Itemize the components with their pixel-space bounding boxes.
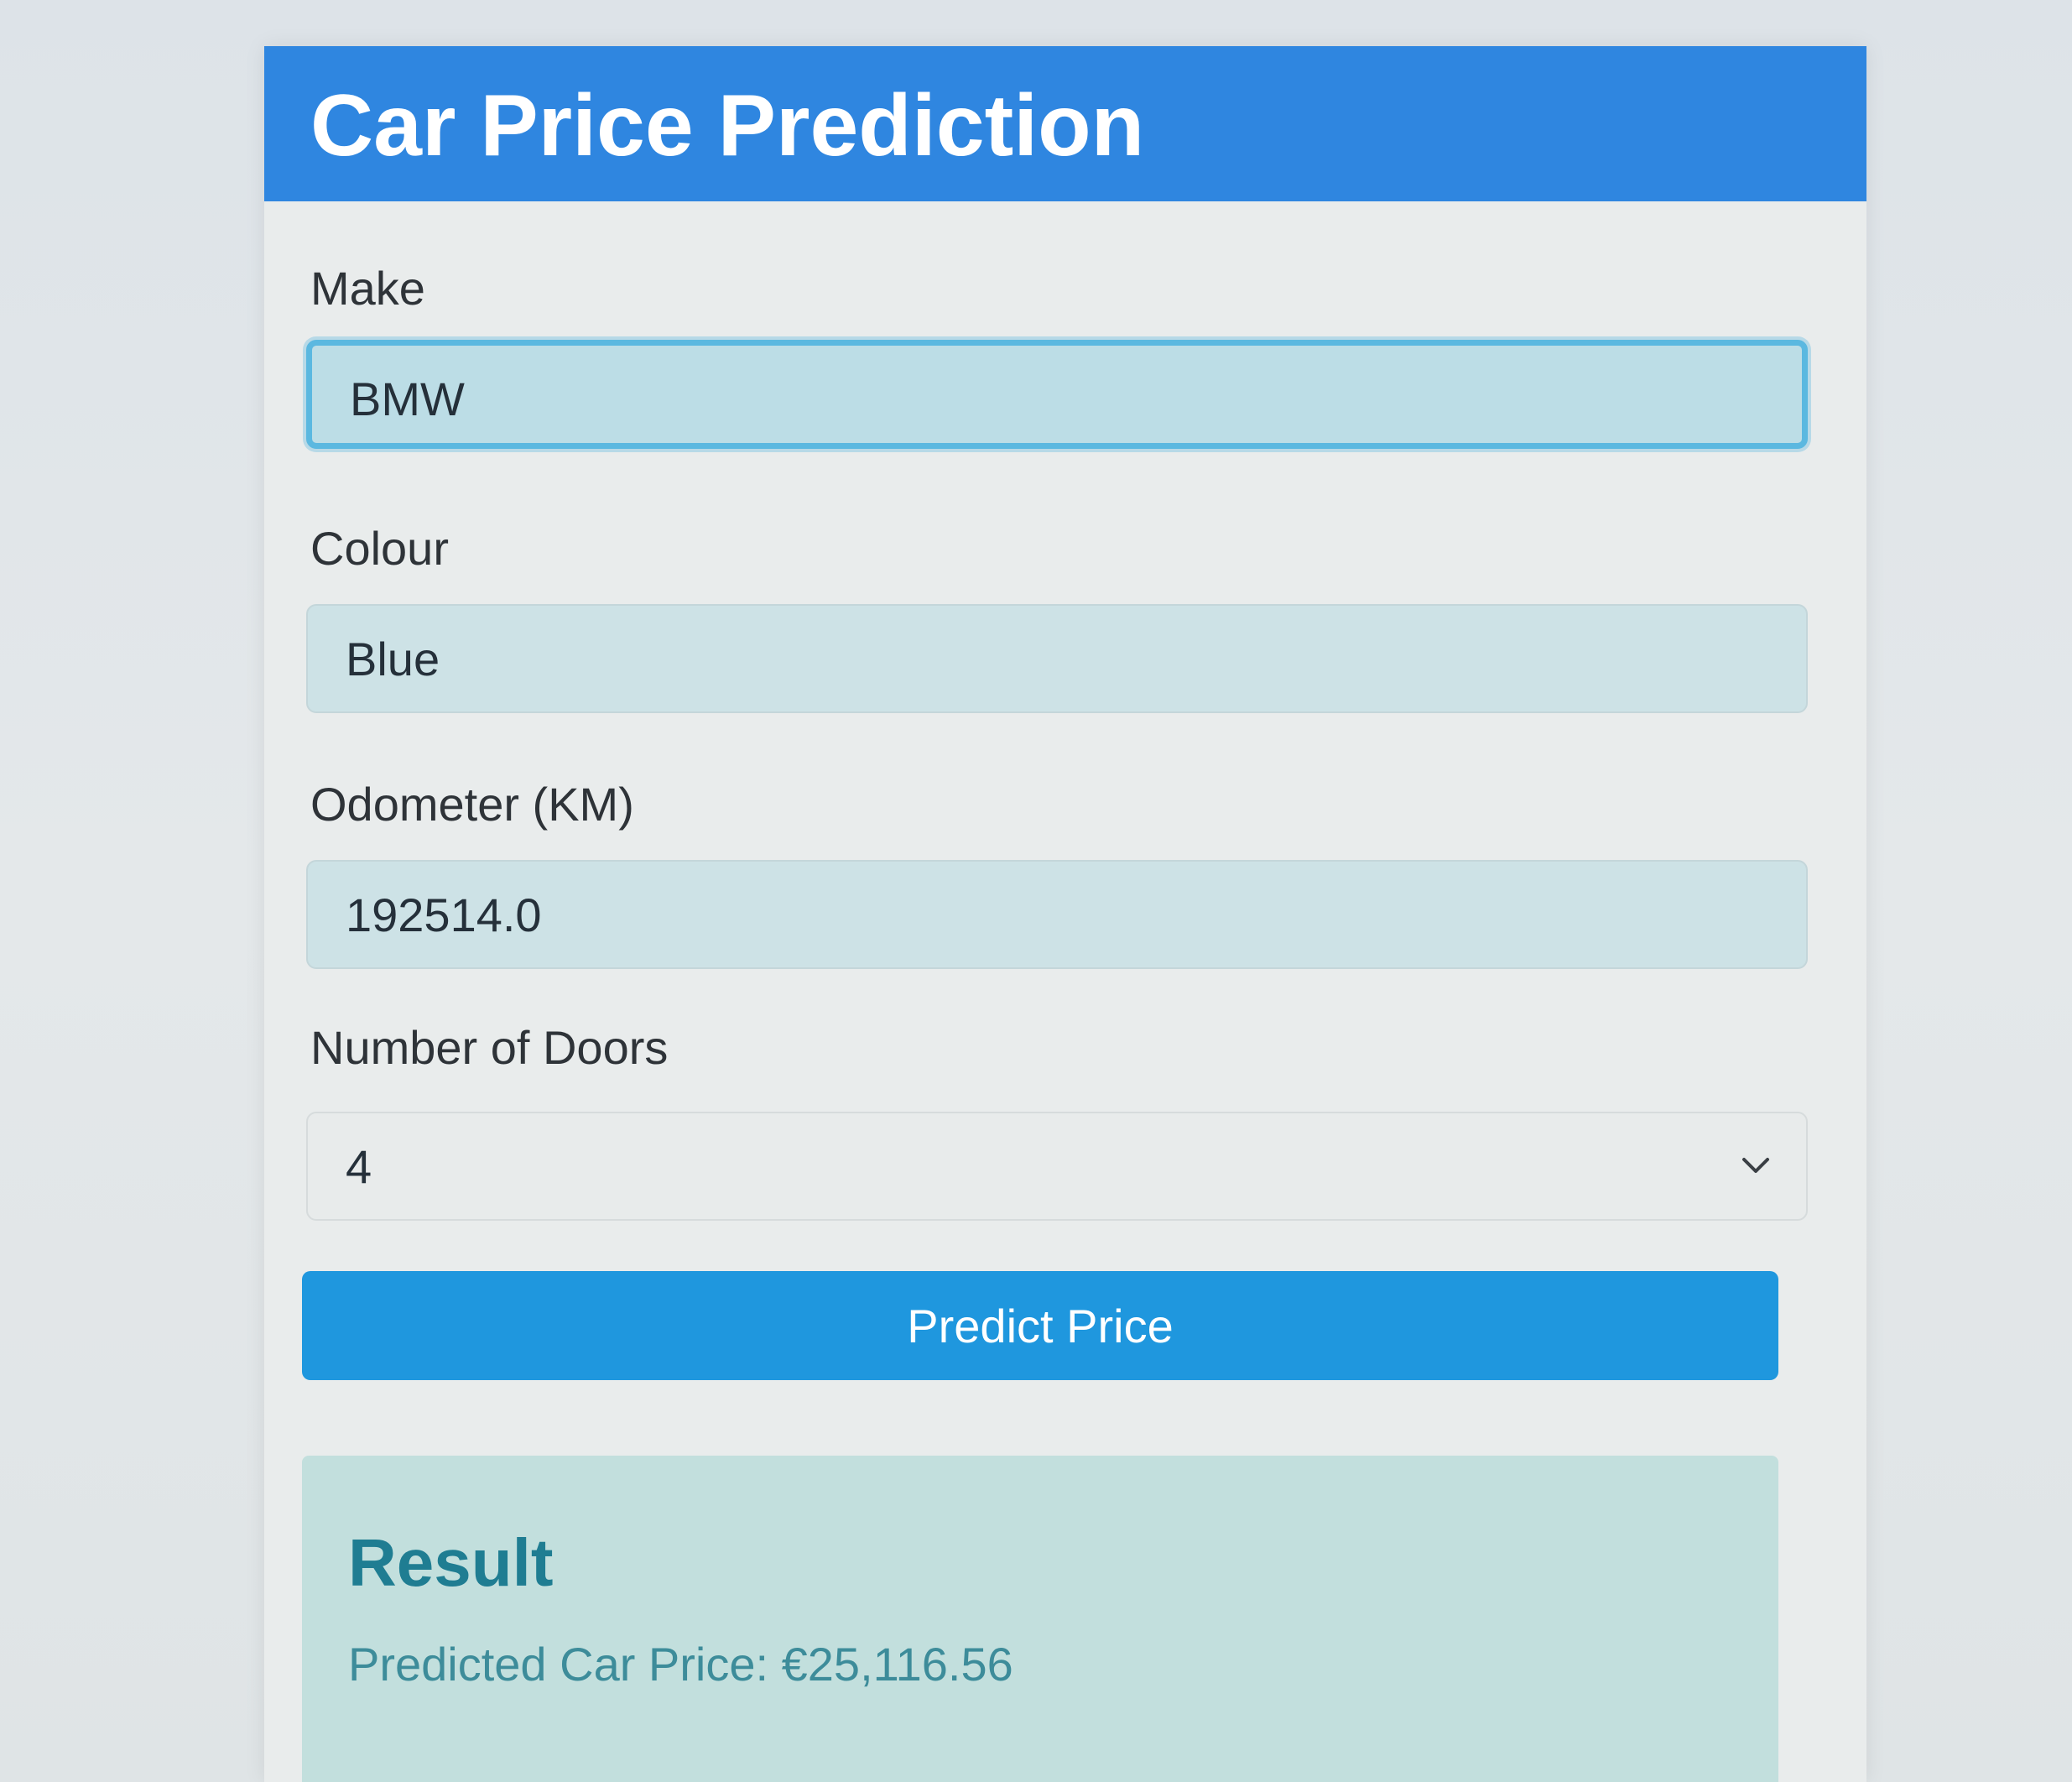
page-title: Car Price Prediction — [310, 77, 1145, 175]
chevron-down-icon — [1742, 1158, 1769, 1173]
predicted-price-text: Predicted Car Price: €25,116.56 — [348, 1638, 1013, 1691]
doors-value: 4 — [346, 1140, 372, 1193]
colour-value: Blue — [346, 633, 440, 685]
colour-label: Colour — [310, 522, 449, 575]
odometer-value: 192514.0 — [346, 888, 542, 941]
make-value: BMW — [350, 373, 465, 425]
predict-price-button[interactable]: Predict Price — [302, 1271, 1778, 1380]
result-panel: Result Predicted Car Price: €25,116.56 — [302, 1456, 1778, 1782]
prediction-card: Car Price Prediction Make BMW Colour Blu… — [264, 46, 1866, 1782]
colour-field[interactable]: Blue — [306, 604, 1808, 713]
doors-select[interactable]: 4 — [306, 1112, 1808, 1221]
odometer-label: Odometer (KM) — [310, 778, 634, 831]
result-heading: Result — [348, 1525, 554, 1600]
card-header: Car Price Prediction — [264, 46, 1866, 201]
make-label: Make — [310, 262, 425, 315]
doors-label: Number of Doors — [310, 1021, 669, 1074]
odometer-field[interactable]: 192514.0 — [306, 860, 1808, 969]
make-field[interactable]: BMW — [306, 340, 1808, 449]
